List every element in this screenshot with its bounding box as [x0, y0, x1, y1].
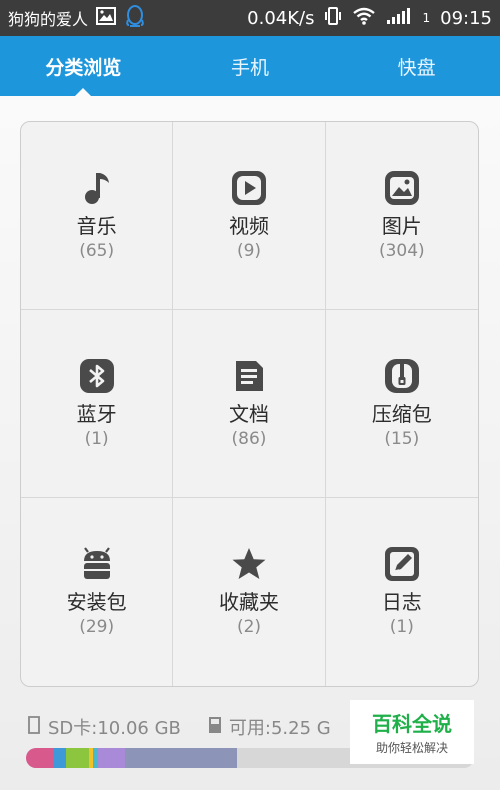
android-icon [78, 545, 116, 583]
tab-category-browse[interactable]: 分类浏览 [0, 36, 167, 97]
category-apks[interactable]: 安装包 (29) [21, 498, 174, 686]
wifi-icon [352, 7, 376, 29]
music-icon [78, 169, 116, 207]
category-name: 文档 [228, 401, 269, 426]
category-name: 图片 [381, 213, 422, 238]
category-name: 日志 [381, 590, 422, 614]
image-icon [383, 169, 421, 207]
usage-segment [66, 748, 89, 768]
category-name: 压缩包 [371, 401, 432, 426]
category-name: 音乐 [76, 213, 117, 238]
vibrate-icon [324, 6, 342, 30]
qq-icon [124, 4, 146, 32]
category-name: 收藏夹 [218, 590, 279, 614]
status-bar-left: 狗狗的爱人 [8, 0, 146, 36]
sim-indicator: 1 [422, 11, 431, 25]
category-grid: 音乐 (65) 视频 (9) 图片 (304) 蓝牙 (1) 文档 (86) 压… [20, 121, 479, 687]
clock: 09:15 [440, 7, 492, 29]
watermark-subtitle: 助你轻松解决 [375, 741, 448, 755]
usage-segment [26, 748, 53, 768]
category-name: 蓝牙 [76, 401, 117, 426]
document-icon [230, 357, 268, 395]
category-name: 视频 [228, 213, 269, 238]
status-bar-right: 0.04K/s 1 09:15 [247, 0, 492, 36]
main-content: 音乐 (65) 视频 (9) 图片 (304) 蓝牙 (1) 文档 (86) 压… [0, 96, 500, 790]
tab-kuaipan[interactable]: 快盘 [333, 36, 500, 96]
notification-title: 狗狗的爱人 [8, 10, 89, 29]
status-bar: 狗狗的爱人 0.04K/s 1 09:15 [0, 0, 500, 36]
category-favorites[interactable]: 收藏夹 (2) [173, 498, 326, 686]
category-count: (86) [231, 428, 267, 449]
category-video[interactable]: 视频 (9) [173, 122, 326, 310]
category-music[interactable]: 音乐 (65) [21, 122, 174, 310]
usage-segment [124, 748, 237, 768]
signal-icon [386, 7, 411, 29]
category-documents[interactable]: 文档 (86) [173, 310, 326, 498]
category-count: (15) [384, 428, 420, 449]
storage-info: SD卡:10.06 GB 可用:5.25 G [26, 712, 331, 742]
category-count: (9) [236, 240, 262, 261]
category-name: 安装包 [66, 590, 127, 614]
category-count: (2) [236, 617, 262, 637]
star-icon [230, 545, 268, 583]
category-count: (1) [84, 428, 109, 449]
storage-available-icon [207, 716, 223, 739]
tab-bar: 分类浏览 手机 快盘 [0, 36, 500, 97]
tab-phone[interactable]: 手机 [167, 36, 334, 96]
sd-card-icon [26, 715, 42, 739]
category-archives[interactable]: 压缩包 (15) [325, 310, 478, 498]
note-icon [383, 545, 421, 583]
video-icon [230, 169, 268, 207]
watermark-title: 百科全说 [372, 712, 452, 736]
category-count: (1) [389, 617, 414, 637]
category-images[interactable]: 图片 (304) [325, 122, 478, 310]
category-count: (65) [79, 240, 115, 261]
category-count: (29) [79, 617, 115, 637]
usage-segment [97, 748, 125, 768]
bluetooth-icon [78, 357, 116, 395]
category-bluetooth[interactable]: 蓝牙 (1) [21, 310, 174, 498]
category-count: (304) [378, 240, 425, 261]
image-notification-icon [96, 7, 117, 29]
zip-icon [383, 357, 421, 395]
usage-segment [52, 748, 67, 768]
category-logs[interactable]: 日志 (1) [326, 498, 478, 686]
sd-card-capacity: SD卡:10.06 GB [48, 718, 181, 739]
network-speed: 0.04K/s [247, 7, 315, 29]
watermark-logo: 百科全说 助你轻松解决 [350, 700, 474, 764]
storage-available: 可用:5.25 G [228, 718, 331, 739]
